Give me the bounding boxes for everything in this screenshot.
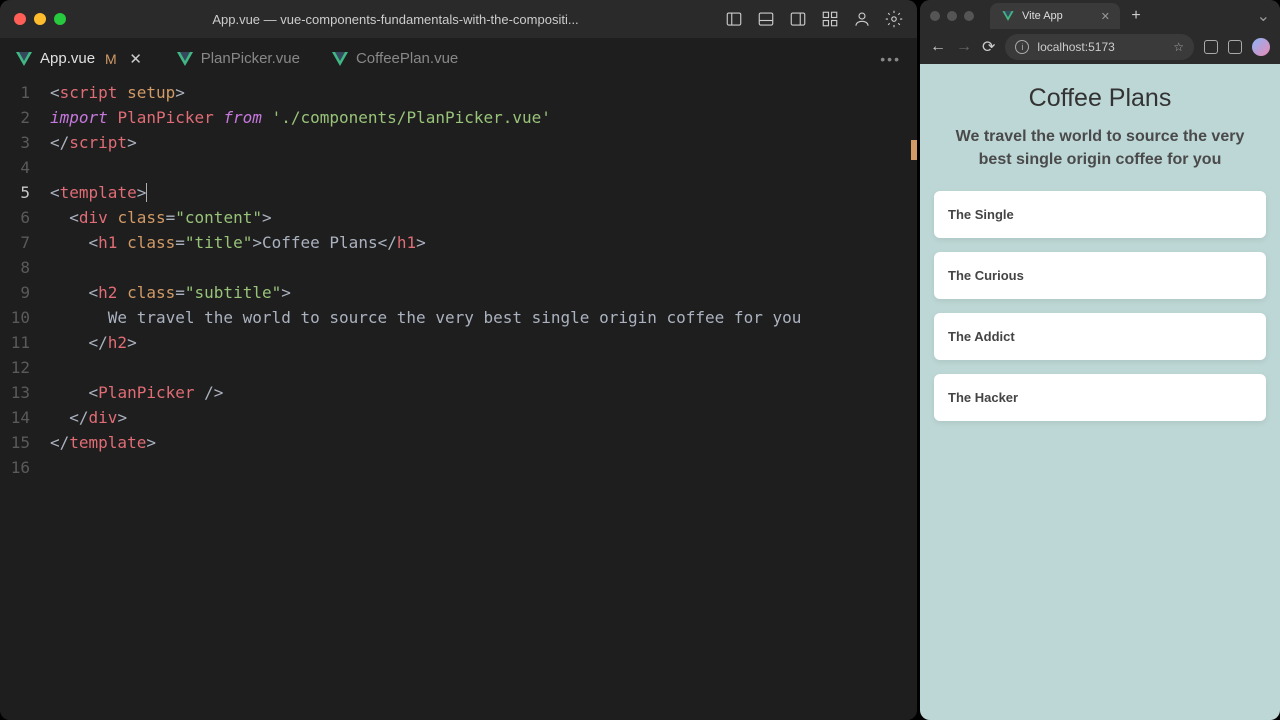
tab-label: App.vue	[40, 50, 95, 67]
editor-tabs: App.vue M ✕ PlanPicker.vue CoffeePlan.vu…	[0, 38, 917, 80]
vue-file-icon	[16, 52, 32, 66]
panel-left-icon[interactable]	[725, 10, 743, 28]
text-cursor	[146, 183, 147, 202]
browser-window: Vite App ✕ + ⌄ ← → ⟳ i localhost:5173 ☆ …	[920, 0, 1280, 720]
window-close-button[interactable]	[14, 13, 26, 25]
vite-favicon	[1002, 11, 1013, 21]
url-text: localhost:5173	[1037, 40, 1114, 54]
extension-icon[interactable]	[1204, 40, 1218, 54]
tab-close-button[interactable]: ✕	[127, 50, 145, 68]
reload-button[interactable]: ⟳	[982, 37, 995, 57]
plan-card[interactable]: The Hacker	[934, 374, 1266, 421]
plan-card[interactable]: The Single	[934, 191, 1266, 238]
layout-grid-icon[interactable]	[821, 10, 839, 28]
window-maximize-button[interactable]	[54, 13, 66, 25]
tab-label: CoffeePlan.vue	[356, 50, 458, 67]
window-title: App.vue — vue-components-fundamentals-wi…	[74, 12, 717, 27]
browser-traffic-lights	[930, 11, 974, 21]
window-minimize-button[interactable]	[947, 11, 957, 21]
line-gutter: 1 2 3 4 5 6 7 8 9 10 11 12 13 14 15 16	[0, 80, 50, 720]
plan-card[interactable]: The Addict	[934, 313, 1266, 360]
tabs-overflow-button[interactable]: •••	[880, 51, 901, 67]
tab-planpicker-vue[interactable]: PlanPicker.vue	[161, 38, 316, 80]
vue-file-icon	[332, 52, 348, 66]
window-minimize-button[interactable]	[34, 13, 46, 25]
plan-card[interactable]: The Curious	[934, 252, 1266, 299]
tab-app-vue[interactable]: App.vue M ✕	[0, 38, 161, 80]
minimap-change-marker	[911, 140, 917, 160]
tab-label: PlanPicker.vue	[201, 50, 300, 67]
page-subtitle: We travel the world to source the very b…	[934, 125, 1266, 171]
code-editor[interactable]: 1 2 3 4 5 6 7 8 9 10 11 12 13 14 15 16 <…	[0, 80, 917, 720]
bookmark-star-icon[interactable]: ☆	[1173, 40, 1184, 54]
browser-viewport: Coffee Plans We travel the world to sour…	[920, 64, 1280, 720]
sidepanel-icon[interactable]	[1228, 40, 1242, 54]
window-close-button[interactable]	[930, 11, 940, 21]
new-tab-button[interactable]: +	[1126, 7, 1146, 25]
panel-bottom-icon[interactable]	[757, 10, 775, 28]
browser-tab[interactable]: Vite App ✕	[990, 3, 1120, 29]
window-maximize-button[interactable]	[964, 11, 974, 21]
address-bar[interactable]: i localhost:5173 ☆	[1005, 34, 1194, 60]
page-title: Coffee Plans	[934, 84, 1266, 113]
back-button[interactable]: ←	[930, 38, 946, 56]
code-content[interactable]: <script setup> import PlanPicker from '.…	[50, 80, 917, 720]
profile-avatar[interactable]	[1252, 38, 1270, 56]
settings-gear-icon[interactable]	[885, 10, 903, 28]
site-info-icon[interactable]: i	[1015, 40, 1029, 54]
browser-chrome: Vite App ✕ + ⌄ ← → ⟳ i localhost:5173 ☆	[920, 0, 1280, 64]
forward-button[interactable]: →	[956, 38, 972, 56]
tabs-dropdown-button[interactable]: ⌄	[1257, 6, 1270, 26]
panel-right-icon[interactable]	[789, 10, 807, 28]
vue-file-icon	[177, 52, 193, 66]
browser-tab-close-button[interactable]: ✕	[1101, 10, 1110, 23]
editor-window: App.vue — vue-components-fundamentals-wi…	[0, 0, 917, 720]
browser-tab-title: Vite App	[1022, 10, 1063, 22]
editor-titlebar: App.vue — vue-components-fundamentals-wi…	[0, 0, 917, 38]
tab-coffeeplan-vue[interactable]: CoffeePlan.vue	[316, 38, 474, 80]
traffic-lights	[14, 13, 66, 25]
tab-modified-indicator: M	[105, 51, 117, 67]
account-icon[interactable]	[853, 10, 871, 28]
